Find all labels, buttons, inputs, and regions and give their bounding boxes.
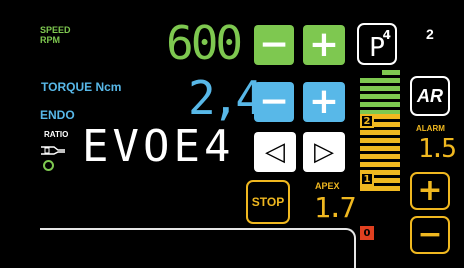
bar-green-2 [360,78,400,83]
alarm-minus-button[interactable]: − [410,216,450,254]
speed-plus-button[interactable]: + [303,25,345,65]
program-number: 2 [426,26,434,42]
program-sup: 4 [382,28,391,42]
torque-label: TORQUE Ncm [41,80,122,94]
alarm-label: ALARM [416,124,445,133]
auto-reverse-button[interactable]: AR [410,76,450,116]
minus-icon: − [258,24,290,65]
message-area [40,228,356,268]
stop-button[interactable]: STOP [246,180,290,224]
alarm-plus-button[interactable]: + [410,172,450,210]
torque-plus-button[interactable]: + [303,82,345,122]
minus-icon: − [417,217,443,252]
bar-green-5 [360,102,400,107]
ratio-value: EVOE4 [82,121,235,172]
marker-2: 2 [360,114,374,128]
speed-label: SPEED [40,25,71,35]
plus-icon: + [308,24,340,65]
contra-angle-icon [40,142,66,161]
apex-value: 1.7 [314,191,357,224]
program-button[interactable]: P 4 [357,23,397,65]
minus-icon: − [258,81,290,122]
torque-minus-button[interactable]: − [254,82,294,122]
ratio-label: RATIO [44,130,69,139]
speed-value: 600 [166,16,243,70]
triangle-left-icon: ◁ [265,137,285,167]
rpm-label: RPM [40,35,60,45]
speed-minus-button[interactable]: − [254,25,294,65]
plus-icon: + [308,81,340,122]
status-circle-icon [43,160,54,171]
marker-0: 0 [360,226,374,240]
triangle-right-icon: ▷ [314,137,334,167]
torque-value: 2,4 [188,71,263,125]
bar-green-4 [360,94,400,99]
alarm-value: 1.5 [418,134,457,164]
apex-label: APEX [315,181,340,191]
bar-green-1 [382,70,400,75]
plus-icon: + [417,173,443,208]
marker-1: 1 [360,172,374,186]
bar-green-3 [360,86,400,91]
ar-label: AR [417,85,443,106]
left-button[interactable]: ◁ [254,132,296,172]
endo-label: ENDO [40,108,75,122]
right-button[interactable]: ▷ [303,132,345,172]
stop-label: STOP [251,195,285,209]
